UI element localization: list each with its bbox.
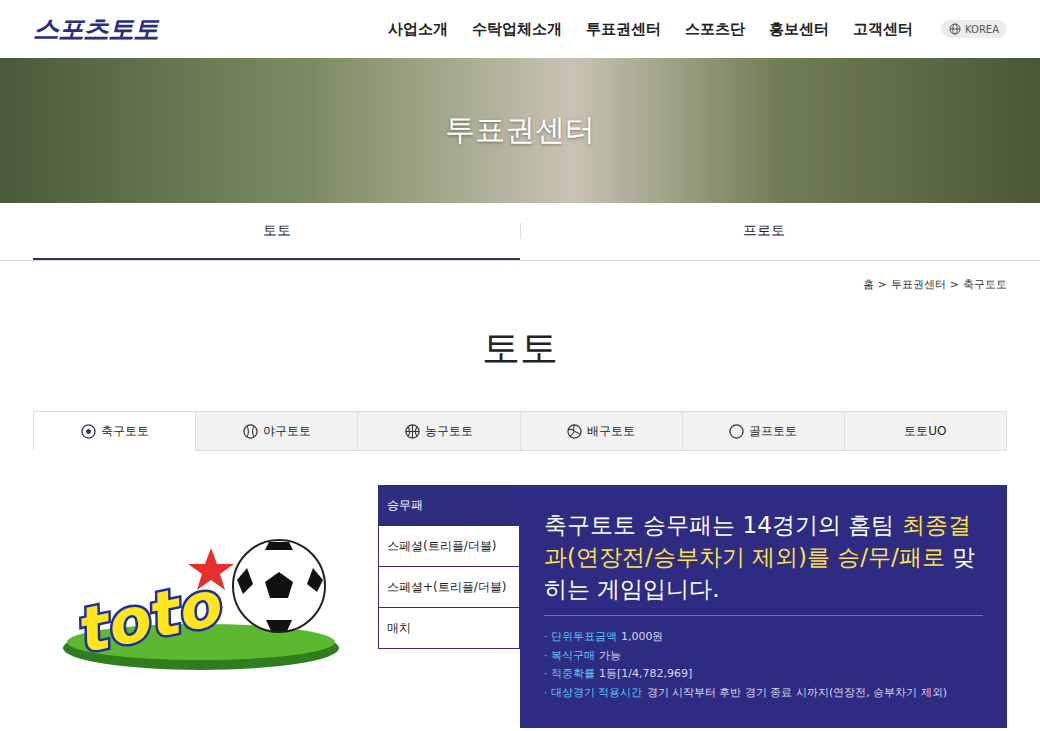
info-label: · 적중확률 [544, 667, 595, 680]
info-value: 가능 [599, 649, 621, 662]
nav-item[interactable]: 투표권센터 [586, 20, 661, 39]
page-title: 토토 [33, 323, 1007, 373]
sport-tab[interactable]: 배구토토 [521, 411, 683, 451]
language-button[interactable]: KOREA [941, 20, 1007, 38]
nav-item[interactable]: 홍보센터 [769, 20, 829, 39]
site-logo[interactable]: 스포츠토토 [33, 12, 158, 47]
breadcrumb-separator: > [950, 277, 959, 293]
sport-tab-label: 농구토토 [425, 423, 473, 440]
info-value: 1등[1/4,782,969] [599, 667, 692, 680]
sport-tabs: 축구토토 야구토토 농구토토 배구토토 골프토토 토토UO [33, 411, 1007, 451]
game-info-panel: 축구토토 승무패는 14경기의 홈팀 최종결과(연장전/승부차기 제외)를 승/… [520, 485, 1007, 728]
info-value: 경기 시작부터 후반 경기 종료 시까지(연장전, 승부차기 제외) [647, 686, 948, 699]
soccer-ball-icon [81, 424, 96, 439]
toto-logo-icon: toto [61, 528, 351, 678]
breadcrumb-separator: > [878, 277, 887, 293]
info-value: 1,000원 [621, 630, 664, 643]
info-label: · 단위투표금액 [544, 630, 617, 643]
game-menu-item[interactable]: 스페셜(트리플/더블) [378, 526, 520, 567]
site-header: 스포츠토토 사업소개 수탁업체소개 투표권센터 스포츠단 홍보센터 고객센터 KOREA [0, 0, 1040, 58]
nav-item[interactable]: 수탁업체소개 [472, 20, 562, 39]
game-menu-item[interactable]: 승무패 [378, 485, 520, 526]
page: 스포츠토토사업소개수탁업체소개투표권센터스포츠단홍보센터고객센터KOREA투표권… [0, 0, 1040, 731]
globe-icon [949, 23, 961, 35]
main-tabs: 토토프로토 [33, 203, 1007, 260]
svg-text:toto: toto [72, 566, 228, 667]
game-info-item: · 적중확률 1등[1/4,782,969] [544, 665, 983, 684]
hero-banner: 투표권센터 [0, 58, 1040, 203]
nav-item[interactable]: 고객센터 [853, 20, 913, 39]
sport-tab-label: 배구토토 [587, 423, 635, 440]
nav-item[interactable]: 스포츠단 [685, 20, 745, 39]
baseball-icon [243, 424, 258, 439]
breadcrumb-item[interactable]: 홈 [863, 277, 874, 293]
breadcrumb-item[interactable]: 투표권센터 [891, 277, 946, 293]
description-segment: 축구토토 승무패는 14경기의 홈팀 [544, 512, 902, 538]
breadcrumb-item[interactable]: 축구토토 [963, 277, 1007, 293]
nav-item[interactable]: 사업소개 [388, 20, 448, 39]
sport-tab-label: 토토UO [904, 423, 946, 440]
language-label: KOREA [965, 24, 999, 35]
game-menu-item[interactable]: 매치 [378, 608, 520, 649]
main-tab[interactable]: 토토 [33, 203, 520, 260]
sport-tab[interactable]: 농구토토 [358, 411, 520, 451]
sport-tab[interactable]: 토토UO [845, 411, 1007, 451]
volleyball-icon [567, 424, 582, 439]
sport-tab[interactable]: 골프토토 [683, 411, 845, 451]
breadcrumb: 홈>투표권센터>축구토토 [33, 261, 1007, 293]
panel-divider [544, 615, 983, 616]
game-content: toto승무패스페셜(트리플/더블)스페셜+(트리플/더블)매치축구토토 승무패… [33, 485, 1007, 728]
main-tab[interactable]: 프로토 [520, 203, 1007, 260]
sport-tab-label: 축구토토 [101, 423, 149, 440]
game-info-item: · 단위투표금액 1,000원 [544, 628, 983, 647]
hero-title: 투표권센터 [445, 110, 595, 151]
info-label: · 복식구매 [544, 649, 595, 662]
main-nav: 사업소개 수탁업체소개 투표권센터 스포츠단 홍보센터 고객센터 KOREA [388, 20, 1007, 39]
sport-tab-label: 야구토토 [263, 423, 311, 440]
sport-tab[interactable]: 축구토토 [33, 411, 196, 451]
game-info-item: · 복식구매 가능 [544, 647, 983, 666]
game-menu-item[interactable]: 스페셜+(트리플/더블) [378, 567, 520, 608]
game-menu: 승무패스페셜(트리플/더블)스페셜+(트리플/더블)매치 [378, 485, 520, 728]
game-info-list: · 단위투표금액 1,000원 · 복식구매 가능 · 적중확률 1등[1/4,782,9… [544, 628, 983, 702]
game-description: 축구토토 승무패는 14경기의 홈팀 최종결과(연장전/승부차기 제외)를 승/… [544, 509, 983, 605]
info-label: · 대상경기 적용시간 [544, 686, 643, 699]
golf-ball-icon [729, 424, 744, 439]
toto-logo-area: toto [33, 485, 378, 728]
sport-tab[interactable]: 야구토토 [196, 411, 358, 451]
main-tabs-bar: 토토프로토 [0, 203, 1040, 261]
game-info-item: · 대상경기 적용시간 경기 시작부터 후반 경기 종료 시까지(연장전, 승부차… [544, 684, 983, 703]
basketball-icon [405, 424, 420, 439]
sport-tab-label: 골프토토 [749, 423, 797, 440]
